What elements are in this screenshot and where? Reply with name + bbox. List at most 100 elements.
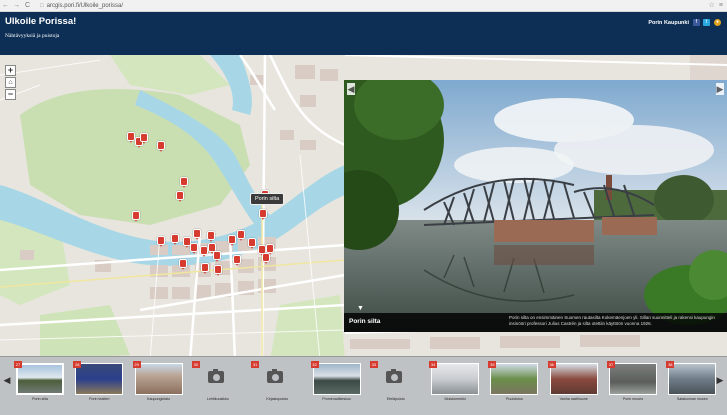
thumbnail-label: Promenadikeskus [322, 397, 351, 401]
photo-caption: Porin silta Porin silta on ensimmäinen S… [344, 313, 727, 332]
bookmark-star-icon[interactable]: ☆ [709, 0, 715, 11]
thumbnail-item[interactable]: 27 Porin silta [14, 361, 66, 405]
map-marker[interactable] [213, 251, 221, 262]
map-marker[interactable] [200, 246, 208, 257]
home-button[interactable]: ⌂ [5, 77, 16, 88]
map-marker[interactable] [176, 191, 184, 202]
back-button[interactable]: ← [0, 0, 11, 11]
thumbnail-image [75, 363, 124, 395]
thumbnail-label: Porin silta [32, 397, 48, 401]
map-marker[interactable] [171, 234, 179, 245]
thumbnail-number-badge: 35 [488, 361, 497, 368]
thumbnail-number-badge: 33 [369, 361, 378, 368]
map-marker[interactable] [266, 244, 274, 255]
thumbnail-label: Kirjastopuisto [266, 397, 288, 401]
map-marker[interactable] [132, 211, 140, 222]
thumbnail-image [134, 363, 183, 395]
thumbnail-item[interactable]: 37 Porin museo [607, 361, 659, 405]
menu-icon[interactable]: ≡ [719, 0, 723, 11]
app-subtitle: Nähtävyyksiä ja puistoja [5, 33, 60, 39]
map-marker[interactable] [157, 141, 165, 152]
thumbnail-item[interactable]: 35 Puuistutus [488, 361, 540, 405]
map-marker[interactable] [157, 236, 165, 247]
thumbnail-number-badge: 29 [132, 361, 141, 368]
thumbnail-item[interactable]: 28 Porin teatteri [73, 361, 125, 405]
thumbnail-number-badge: 37 [607, 361, 615, 368]
map-marker[interactable] [248, 238, 256, 249]
thumbnail-image [549, 363, 598, 395]
thumbnail-item[interactable]: 32 Promenadikeskus [310, 361, 363, 405]
thumbnail-label: Lehtikuusikko [207, 397, 229, 401]
map-marker[interactable] [262, 253, 270, 264]
thumbnail-item[interactable]: 31 Kirjastopuisto [251, 361, 303, 405]
thumbnail-number-badge: 36 [547, 361, 556, 368]
thumbnail-number-badge: 34 [429, 361, 438, 368]
zoom-in-button[interactable]: + [5, 65, 16, 76]
thumbnail-item[interactable]: 33 Eteläpuisto [369, 361, 422, 405]
carousel-prev-button[interactable]: ◀ [3, 375, 11, 386]
thumbnail-label: Vanha raatihuone [559, 397, 588, 401]
thumbnail-number-badge: 38 [666, 361, 675, 368]
camera-icon [385, 369, 402, 383]
app-title: Ulkoile Porissa! [5, 16, 77, 27]
thumbnail-number-badge: 30 [191, 361, 200, 368]
thumbnail-label: Muistomerkki [444, 397, 466, 401]
zoom-out-button[interactable]: − [5, 89, 16, 100]
camera-icon [207, 369, 224, 383]
thumbnail-image [609, 363, 657, 395]
thumbnail-item[interactable]: 38 Satakunnan museo [666, 361, 718, 405]
map-tooltip: Porin silta [250, 193, 285, 205]
next-photo-button[interactable]: ▶ [716, 83, 724, 95]
twitter-icon[interactable]: t [703, 19, 710, 26]
browser-toolbar: ← → C □ arcgis.pori.fi/Ulkoile_porissa/ ☆… [0, 0, 727, 12]
organization-link[interactable]: Porin Kaupunki [648, 20, 689, 26]
map-marker[interactable] [140, 133, 148, 144]
map-marker[interactable] [190, 243, 198, 254]
map-marker[interactable] [201, 263, 209, 274]
map-marker[interactable] [233, 255, 241, 266]
share-icon[interactable]: ● [714, 19, 721, 26]
thumbnail-number-badge: 32 [310, 361, 319, 368]
thumbnail-label: Eteläpuisto [386, 397, 405, 401]
thumbnail-number-badge: 31 [251, 361, 260, 368]
thumbnail-item[interactable]: 29 Kaupungintalo [132, 361, 185, 405]
caption-text: Porin silta on ensimmäinen Suomen rautas… [509, 315, 715, 326]
app-header: Ulkoile Porissa! Nähtävyyksiä ja puistoj… [0, 12, 727, 55]
thumbnail-label: Kaupungintalo [147, 397, 171, 401]
map-marker[interactable] [193, 229, 201, 240]
thumbnail-item[interactable]: 36 Vanha raatihuone [547, 361, 600, 405]
facebook-icon[interactable]: f [693, 19, 700, 26]
photo-viewer: ◀ ▶ ▼ Porin silta Porin silta on ensimmä… [344, 80, 727, 332]
map-marker-selected[interactable] [259, 209, 267, 220]
thumbnail-image [16, 363, 64, 395]
thumbnail-image [490, 363, 539, 395]
map-marker[interactable] [228, 235, 236, 246]
thumbnail-image [312, 363, 361, 395]
thumbnail-item[interactable]: 30 Lehtikuusikko [191, 361, 244, 405]
map-marker[interactable] [180, 177, 188, 188]
map-marker[interactable] [214, 265, 222, 276]
map-marker[interactable] [207, 231, 215, 242]
collapse-caption-icon[interactable]: ▼ [357, 305, 364, 312]
thumbnail-item[interactable]: 34 Muistomerkki [429, 361, 481, 405]
thumbnail-label: Porin museo [622, 397, 644, 401]
thumbnail-image [431, 363, 480, 395]
previous-photo-button[interactable]: ◀ [347, 83, 355, 95]
bridge-photo [344, 80, 727, 332]
map-marker[interactable] [237, 230, 245, 241]
thumbnail-image [668, 363, 717, 395]
caption-title: Porin silta [349, 318, 381, 325]
thumbnail-number-badge: 28 [73, 361, 82, 368]
thumbnail-number-badge: 27 [14, 361, 22, 368]
thumbnail-carousel: ◀ ▶ 27 Porin silta 28 Porin teatteri 29 Kaupu… [0, 356, 727, 415]
map-marker[interactable] [127, 132, 135, 143]
forward-button[interactable]: → [11, 0, 22, 11]
address-bar[interactable]: □ arcgis.pori.fi/Ulkoile_porissa/ [40, 1, 123, 11]
url-text: arcgis.pori.fi/Ulkoile_porissa/ [46, 3, 123, 9]
camera-icon [267, 369, 284, 383]
app-window: ← → C □ arcgis.pori.fi/Ulkoile_porissa/ ☆… [0, 0, 727, 415]
page-icon: □ [40, 3, 44, 9]
map-marker[interactable] [179, 259, 187, 270]
thumbnail-label: Porin teatteri [89, 397, 110, 401]
reload-button[interactable]: C [22, 0, 33, 11]
